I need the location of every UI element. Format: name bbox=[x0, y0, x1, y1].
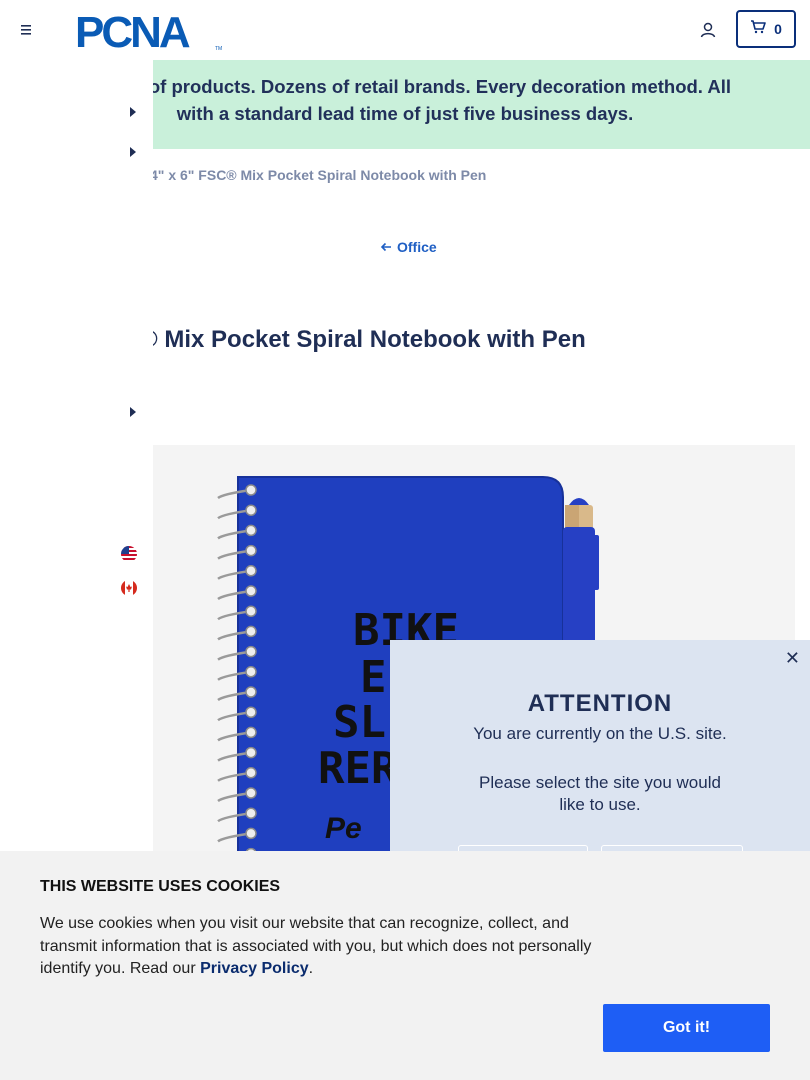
privacy-policy-link[interactable]: Privacy Policy bbox=[200, 960, 309, 977]
menu-icon[interactable] bbox=[20, 22, 36, 38]
site-header: PCNA TM 0 bbox=[0, 0, 810, 60]
cookie-title: THIS WEBSITE USES COOKIES bbox=[40, 878, 281, 895]
spiral-hole bbox=[245, 666, 257, 678]
back-link-label: Office bbox=[397, 239, 437, 255]
spiral-hole bbox=[245, 625, 257, 638]
spiral-hole bbox=[245, 706, 257, 718]
cookie-body-text: We use cookies when you visit our websit… bbox=[40, 915, 592, 977]
arrow-left-icon bbox=[380, 239, 392, 255]
spiral-hole bbox=[245, 565, 257, 577]
spiral-hole bbox=[245, 544, 257, 557]
cart-button[interactable]: 0 bbox=[736, 10, 796, 48]
cookie-body: We use cookies when you visit our websit… bbox=[40, 913, 610, 981]
account-icon[interactable] bbox=[699, 21, 717, 39]
imprint-line-3: SL bbox=[333, 697, 386, 748]
imprint-line-4: RER bbox=[318, 743, 398, 794]
cart-icon bbox=[750, 19, 766, 39]
spiral-hole bbox=[245, 605, 257, 617]
spiral-hole bbox=[245, 484, 257, 496]
spiral-hole bbox=[245, 827, 257, 840]
spiral-hole bbox=[245, 807, 257, 819]
close-icon[interactable]: ✕ bbox=[785, 648, 800, 669]
spiral-hole bbox=[245, 645, 257, 658]
accept-cookies-button[interactable]: Got it! bbox=[603, 1004, 770, 1052]
imprint-brand: Pe bbox=[325, 812, 362, 845]
caret-right-icon[interactable] bbox=[130, 107, 136, 117]
caret-right-icon[interactable] bbox=[130, 407, 136, 417]
spiral-hole bbox=[245, 524, 257, 537]
cookie-period: . bbox=[308, 960, 314, 977]
cart-count: 0 bbox=[774, 21, 782, 37]
logo-text: PCNA bbox=[75, 10, 190, 52]
modal-prompt-line-2: like to use. bbox=[559, 795, 641, 814]
spiral-hole bbox=[245, 746, 257, 759]
spiral-hole bbox=[245, 726, 257, 739]
left-sidebar bbox=[0, 60, 153, 880]
logo-tm: TM bbox=[215, 46, 222, 52]
spiral-hole bbox=[245, 787, 257, 799]
canada-flag-icon[interactable] bbox=[121, 580, 137, 596]
modal-prompt-line-1: Please select the site you would bbox=[479, 773, 721, 792]
spiral-hole bbox=[245, 585, 257, 597]
modal-current-site: You are currently on the U.S. site. bbox=[473, 724, 727, 743]
spiral-hole bbox=[245, 686, 257, 698]
spiral-hole bbox=[245, 504, 257, 516]
cookie-banner: THIS WEBSITE USES COOKIES We use cookies… bbox=[0, 851, 810, 1080]
pcna-logo[interactable]: PCNA TM bbox=[75, 8, 225, 57]
spiral-hole bbox=[245, 767, 257, 779]
back-to-office-link[interactable]: Office bbox=[380, 239, 437, 255]
us-flag-icon[interactable] bbox=[121, 546, 137, 562]
imprint-line-2: E bbox=[360, 652, 387, 703]
modal-title: ATTENTION bbox=[527, 690, 673, 717]
caret-right-icon[interactable] bbox=[130, 147, 136, 157]
